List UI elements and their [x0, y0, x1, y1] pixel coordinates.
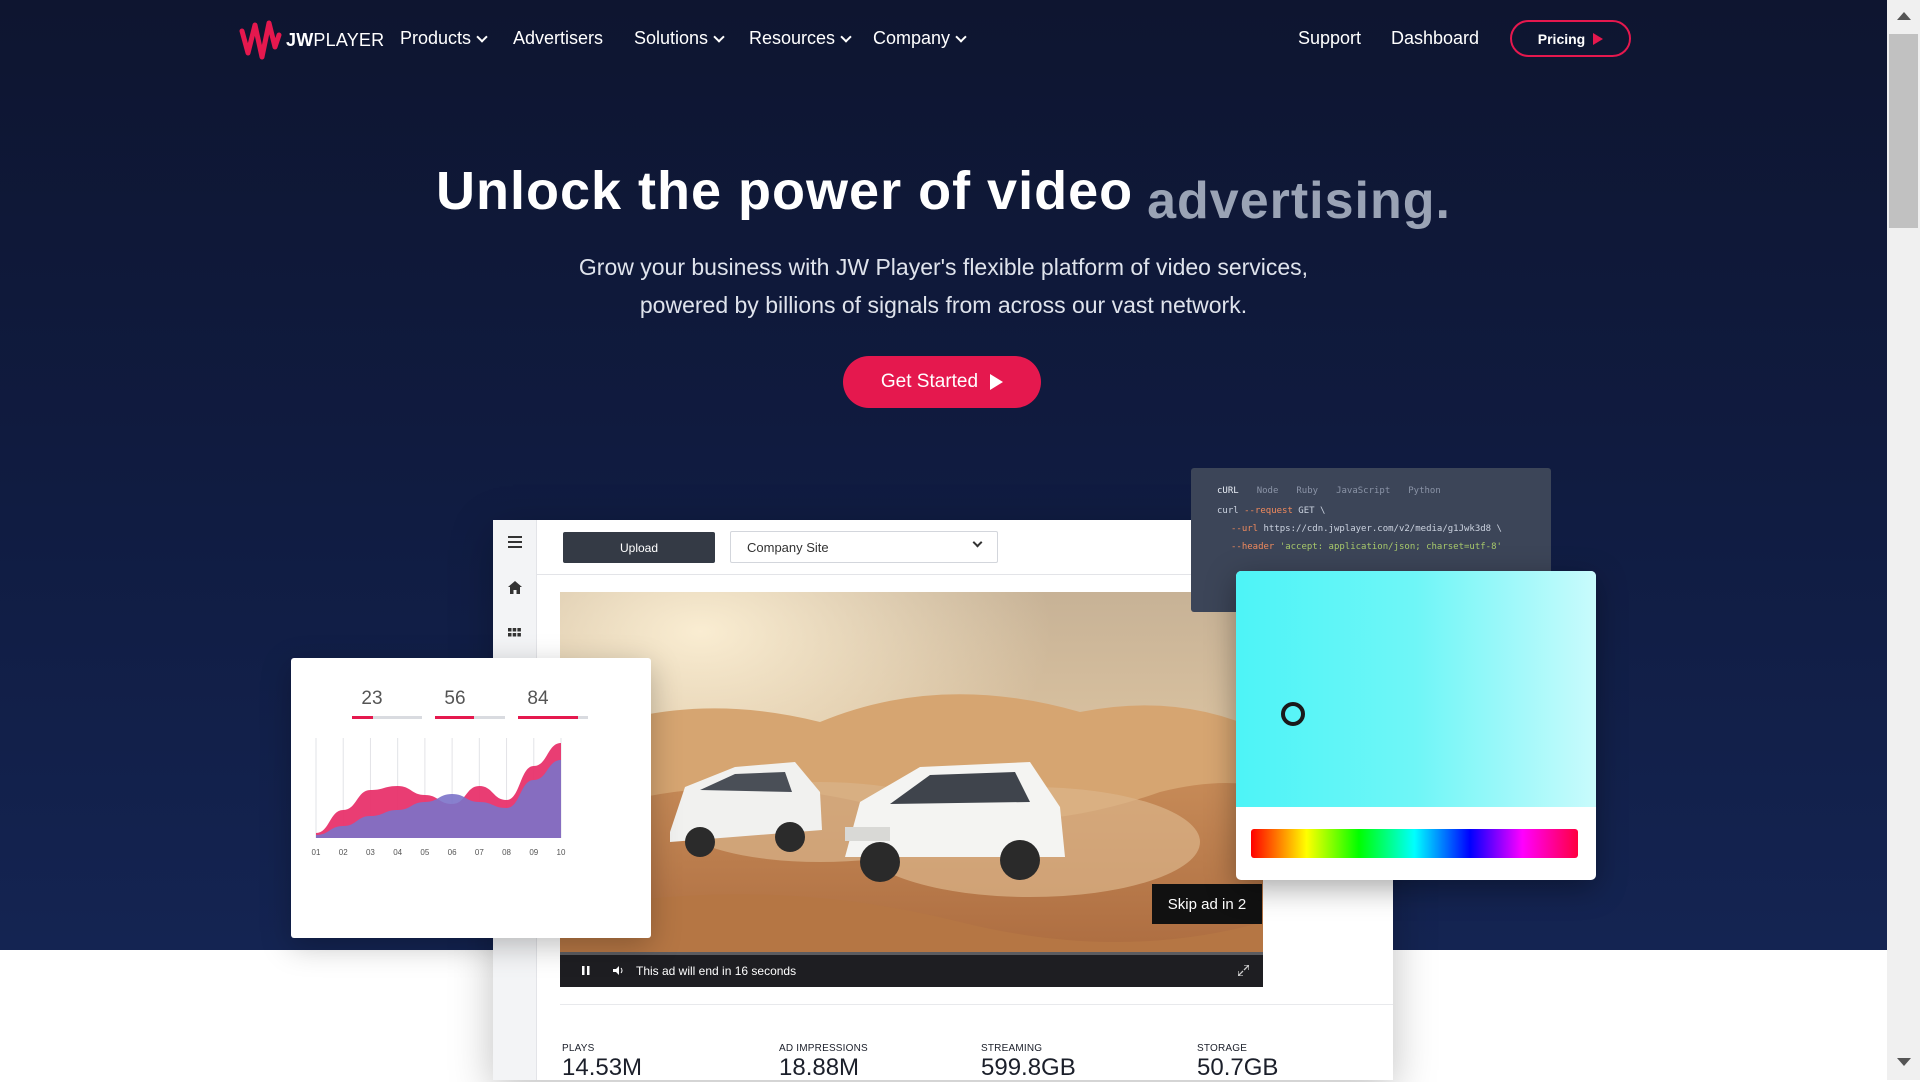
nav-dashboard[interactable]: Dashboard — [1391, 28, 1479, 49]
video-player[interactable] — [560, 592, 1263, 987]
nav-solutions-label: Solutions — [634, 28, 709, 48]
x-tick-label: 07 — [475, 848, 484, 857]
scroll-thumb[interactable] — [1889, 34, 1918, 228]
nav-solutions[interactable]: Solutions — [634, 28, 725, 49]
pricing-label: Pricing — [1537, 30, 1586, 47]
x-tick-label: 02 — [339, 848, 348, 857]
nav-dashboard-label: Dashboard — [1391, 28, 1480, 48]
stat-plays-value: 14.53M — [562, 1054, 643, 1081]
get-started-label: Get Started — [880, 371, 979, 392]
scroll-down-arrow-icon[interactable] — [1897, 1058, 1911, 1066]
chevron-down-icon — [955, 30, 967, 43]
x-tick-label: 04 — [393, 848, 402, 857]
code-language-tabs: cURL Node Ruby JavaScript Python — [1217, 486, 1441, 496]
code-tab-python[interactable]: Python — [1408, 486, 1441, 496]
saturation-field[interactable] — [1236, 571, 1596, 807]
x-tick-label: 10 — [557, 848, 566, 857]
site-select-value: Company Site — [747, 539, 829, 555]
play-arrow-icon — [1593, 32, 1604, 45]
code-tab-curl[interactable]: cURL — [1217, 486, 1239, 496]
stat-storage-label: STORAGE — [1197, 1043, 1248, 1054]
hero-headline: Unlock the power of video advertising. — [0, 160, 1887, 230]
chevron-down-icon — [840, 30, 852, 43]
pause-icon[interactable] — [582, 964, 590, 978]
page-scrollbar[interactable] — [1887, 0, 1920, 1080]
code-line-2: --url https://cdn.jwplayer.com/v2/media/… — [1231, 524, 1502, 534]
code-tab-javascript[interactable]: JavaScript — [1336, 486, 1390, 496]
x-tick-label: 08 — [502, 848, 511, 857]
nav-products-label: Products — [400, 28, 472, 48]
upload-button[interactable]: Upload — [563, 532, 715, 563]
x-tick-label: 05 — [420, 848, 429, 857]
area-series-2 — [316, 760, 561, 838]
menu-icon[interactable] — [493, 520, 536, 564]
chevron-down-icon — [713, 30, 725, 43]
color-picker-cursor[interactable] — [1281, 702, 1305, 726]
nav-advertisers[interactable]: Advertisers — [513, 28, 603, 49]
stat-ad-impressions-label: AD IMPRESSIONS — [779, 1043, 868, 1054]
code-line-3: --header 'accept: application/json; char… — [1231, 542, 1502, 552]
grid-icon[interactable] — [493, 610, 536, 654]
scroll-up-arrow-icon[interactable] — [1897, 12, 1911, 20]
chevron-down-icon — [476, 30, 488, 43]
skip-ad-button[interactable]: Skip ad in 2 — [1152, 884, 1262, 924]
video-control-bar: This ad will end in 16 seconds — [560, 952, 1263, 987]
desert-video-frame — [560, 592, 1263, 987]
nav-resources-label: Resources — [749, 28, 836, 48]
nav-support[interactable]: Support — [1298, 28, 1361, 49]
headline-accent: advertising. — [1147, 172, 1451, 230]
stat-streaming-label: STREAMING — [981, 1043, 1043, 1054]
hero-subtitle-line1: Grow your business with JW Player's flex… — [578, 254, 1309, 280]
site-select-dropdown[interactable]: Company Site — [730, 531, 998, 563]
play-arrow-icon — [990, 374, 1004, 390]
top-navigation: JWPLAYER Products Advertisers Solutions … — [0, 0, 1887, 82]
jwplayer-logo[interactable]: JWPLAYER — [238, 16, 384, 64]
home-icon[interactable] — [493, 565, 536, 609]
video-progress-bar[interactable] — [560, 952, 1263, 955]
ad-remaining-message: This ad will end in 16 seconds — [636, 964, 797, 978]
chevron-down-icon — [972, 537, 983, 548]
get-started-button[interactable]: Get Started — [843, 356, 1041, 408]
stat-storage-value: 50.7GB — [1197, 1054, 1279, 1081]
hue-slider[interactable] — [1251, 829, 1578, 858]
headline-main: Unlock the power of video — [436, 161, 1134, 221]
nav-resources[interactable]: Resources — [749, 28, 852, 49]
stat-plays-label: PLAYS — [562, 1043, 595, 1054]
nav-products[interactable]: Products — [400, 28, 488, 49]
jwplayer-logo-icon — [239, 20, 282, 60]
pricing-button[interactable]: Pricing — [1510, 20, 1631, 57]
logo-text: JWPLAYER — [286, 29, 385, 50]
nav-company-label: Company — [873, 28, 951, 48]
x-tick-label: 06 — [448, 848, 457, 857]
x-tick-label: 03 — [366, 848, 375, 857]
code-line-1: curl --request GET \ — [1217, 506, 1326, 516]
x-tick-label: 01 — [312, 848, 321, 857]
color-picker-card — [1236, 571, 1596, 880]
code-tab-node[interactable]: Node — [1257, 486, 1279, 496]
volume-icon[interactable] — [613, 964, 624, 978]
nav-advertisers-label: Advertisers — [513, 28, 604, 48]
fullscreen-icon[interactable] — [1237, 964, 1250, 979]
stat-streaming-value: 599.8GB — [981, 1054, 1076, 1081]
nav-support-label: Support — [1298, 28, 1362, 48]
area-chart: 01 02 03 04 05 06 07 08 09 10 — [312, 738, 566, 857]
stats-divider — [560, 1004, 1393, 1005]
hero-subtitle-line2: powered by billions of signals from acro… — [639, 292, 1248, 318]
code-tab-ruby[interactable]: Ruby — [1296, 486, 1318, 496]
nav-company[interactable]: Company — [873, 28, 967, 49]
analytics-chart-card: 23 56 84 01 02 03 04 05 06 07 08 09 10 — [291, 658, 651, 938]
stat-ad-impressions-value: 18.88M — [779, 1054, 860, 1081]
x-tick-label: 09 — [529, 848, 538, 857]
